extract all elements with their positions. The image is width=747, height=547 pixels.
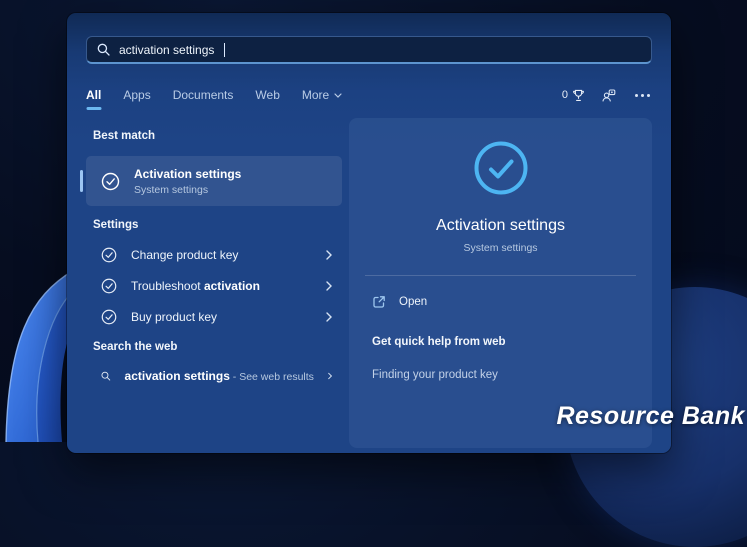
filter-tabs-row: All Apps Documents Web More 0 xyxy=(86,85,652,105)
results-content: Best match Activation settings System se… xyxy=(86,118,652,448)
chevron-down-icon xyxy=(334,93,342,98)
search-icon xyxy=(101,369,111,383)
check-circle-icon xyxy=(101,278,117,294)
search-toolbar: 0 xyxy=(562,89,652,102)
account-people-icon[interactable] xyxy=(602,89,616,102)
external-link-icon xyxy=(372,295,386,309)
tab-documents[interactable]: Documents xyxy=(173,88,234,102)
tab-more[interactable]: More xyxy=(302,88,342,102)
wallpaper-bloom-petal-left xyxy=(0,270,74,442)
best-match-text: Activation settings System settings xyxy=(134,167,241,196)
settings-results: Change product key Troubleshoot activati… xyxy=(86,239,342,332)
rewards-button[interactable]: 0 xyxy=(562,89,585,102)
results-list: Best match Activation settings System se… xyxy=(86,118,342,448)
help-link-product-key[interactable]: Finding your product key xyxy=(372,369,498,381)
result-buy-product-key[interactable]: Buy product key xyxy=(86,301,342,332)
watermark-resource-bank: Resource Bank xyxy=(556,402,745,431)
search-flyout-window: activation settings All Apps Documents W… xyxy=(67,13,671,453)
rewards-count: 0 xyxy=(562,89,568,101)
chevron-right-icon xyxy=(328,371,332,381)
open-action[interactable]: Open xyxy=(372,295,427,309)
more-options-button[interactable] xyxy=(633,92,652,99)
tab-web[interactable]: Web xyxy=(255,88,279,102)
chevron-right-icon xyxy=(326,281,332,291)
result-troubleshoot-activation[interactable]: Troubleshoot activation xyxy=(86,270,342,301)
section-header-search-web: Search the web xyxy=(86,341,342,353)
chevron-right-icon xyxy=(326,312,332,322)
search-input-value: activation settings xyxy=(119,43,214,57)
preview-subtitle: System settings xyxy=(463,242,537,254)
check-circle-icon xyxy=(101,309,117,325)
section-header-best-match: Best match xyxy=(86,130,342,142)
search-icon xyxy=(97,43,110,56)
check-circle-icon xyxy=(101,247,117,263)
tab-apps[interactable]: Apps xyxy=(123,88,150,102)
result-change-product-key[interactable]: Change product key xyxy=(86,239,342,270)
section-header-settings: Settings xyxy=(86,219,342,231)
preview-title: Activation settings xyxy=(436,217,565,235)
chevron-right-icon xyxy=(326,250,332,260)
tab-all[interactable]: All xyxy=(86,88,101,102)
preview-panel: Activation settings System settings Open… xyxy=(349,118,652,448)
result-title: Activation settings xyxy=(134,167,241,181)
trophy-icon xyxy=(572,89,585,102)
quick-help-header: Get quick help from web xyxy=(372,336,629,348)
open-label: Open xyxy=(399,296,427,308)
selection-accent-bar xyxy=(80,170,83,192)
result-web-search[interactable]: activation settings - See web results xyxy=(86,360,342,391)
activation-check-circle-icon xyxy=(473,140,529,196)
search-input[interactable]: activation settings xyxy=(86,36,652,64)
result-subtitle: System settings xyxy=(134,184,241,196)
text-caret xyxy=(224,43,225,57)
filter-tabs: All Apps Documents Web More xyxy=(86,88,342,102)
best-match-result[interactable]: Activation settings System settings xyxy=(86,156,342,206)
check-circle-icon xyxy=(101,172,120,191)
preview-actions: Open Get quick help from web Finding you… xyxy=(349,276,652,381)
